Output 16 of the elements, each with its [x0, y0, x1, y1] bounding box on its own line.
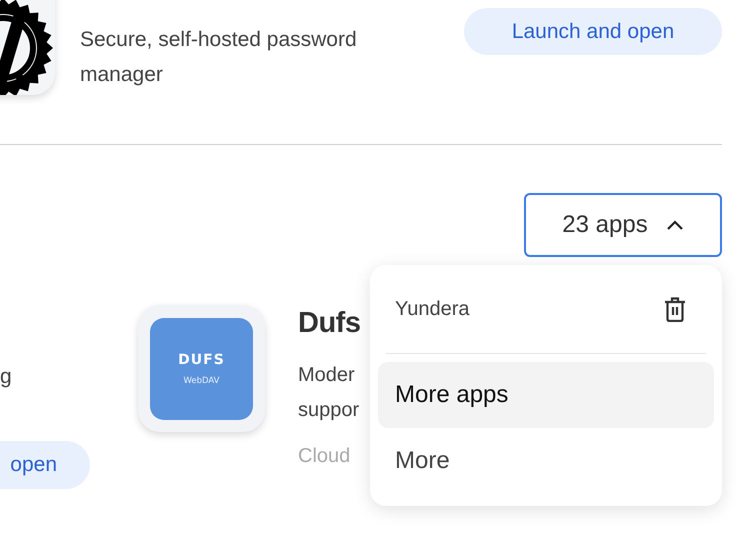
app-description: Secure, self-hosted password manager — [80, 27, 358, 88]
open-button[interactable]: open — [0, 441, 90, 489]
app-name: Dufs — [298, 306, 360, 341]
chevron-icon — [666, 219, 684, 231]
icon-subtitle: WebDAV — [183, 376, 220, 386]
app-description-line: Moder — [298, 363, 356, 388]
menu-header: Yundera — [395, 298, 470, 320]
app-category: Cloud — [298, 444, 350, 469]
trash-icon[interactable] — [664, 296, 686, 322]
app-description: g — [0, 364, 12, 390]
launch-and-open-button[interactable]: Launch and open — [464, 8, 722, 55]
menu-item[interactable]: More apps — [378, 362, 714, 428]
app-description-line: suppor — [298, 398, 360, 423]
menu-item[interactable]: More — [378, 428, 714, 494]
icon-title: DUFS — [178, 352, 225, 368]
apps-count-dropdown[interactable]: 23 apps — [524, 193, 722, 257]
